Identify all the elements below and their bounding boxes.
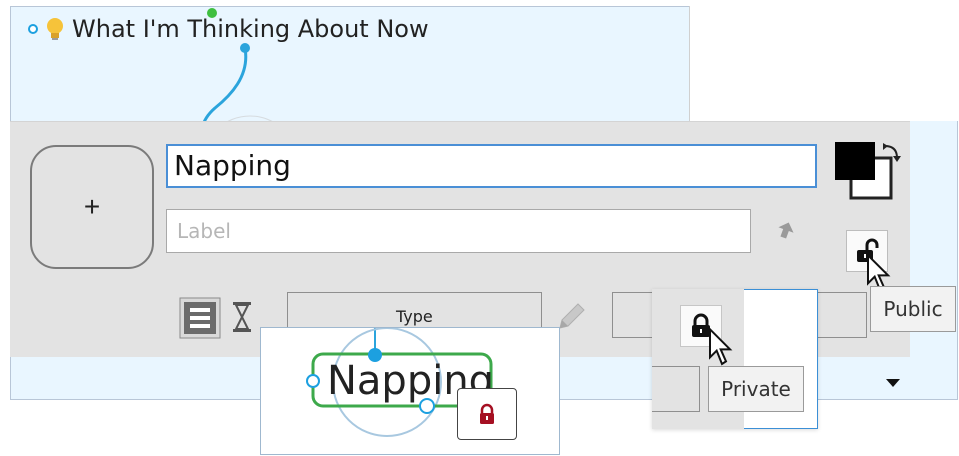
popover-field-edge	[652, 366, 700, 412]
thought-gate-icon[interactable]	[28, 24, 38, 34]
thought-label-input[interactable]: Label	[166, 209, 751, 253]
private-lock-badge	[457, 388, 517, 440]
notes-icon[interactable]	[178, 296, 222, 340]
mouse-cursor-icon	[709, 328, 733, 366]
hourglass-icon[interactable]	[232, 300, 252, 334]
color-swatch-icon[interactable]	[833, 140, 905, 206]
public-tooltip: Public	[870, 286, 956, 332]
thought-name-input[interactable]: Napping	[166, 144, 817, 188]
lock-icon	[480, 403, 494, 424]
thought-title[interactable]: What I'm Thinking About Now	[72, 15, 429, 43]
lightbulb-icon	[44, 16, 66, 42]
type-label: Type	[396, 307, 433, 326]
pin-icon[interactable]	[776, 220, 796, 240]
chevron-down-icon[interactable]	[885, 378, 901, 388]
add-button-label: +	[83, 191, 101, 222]
add-image-button[interactable]: +	[30, 145, 154, 269]
canvas-blank-area	[689, 6, 958, 121]
private-tooltip: Private	[708, 366, 804, 412]
